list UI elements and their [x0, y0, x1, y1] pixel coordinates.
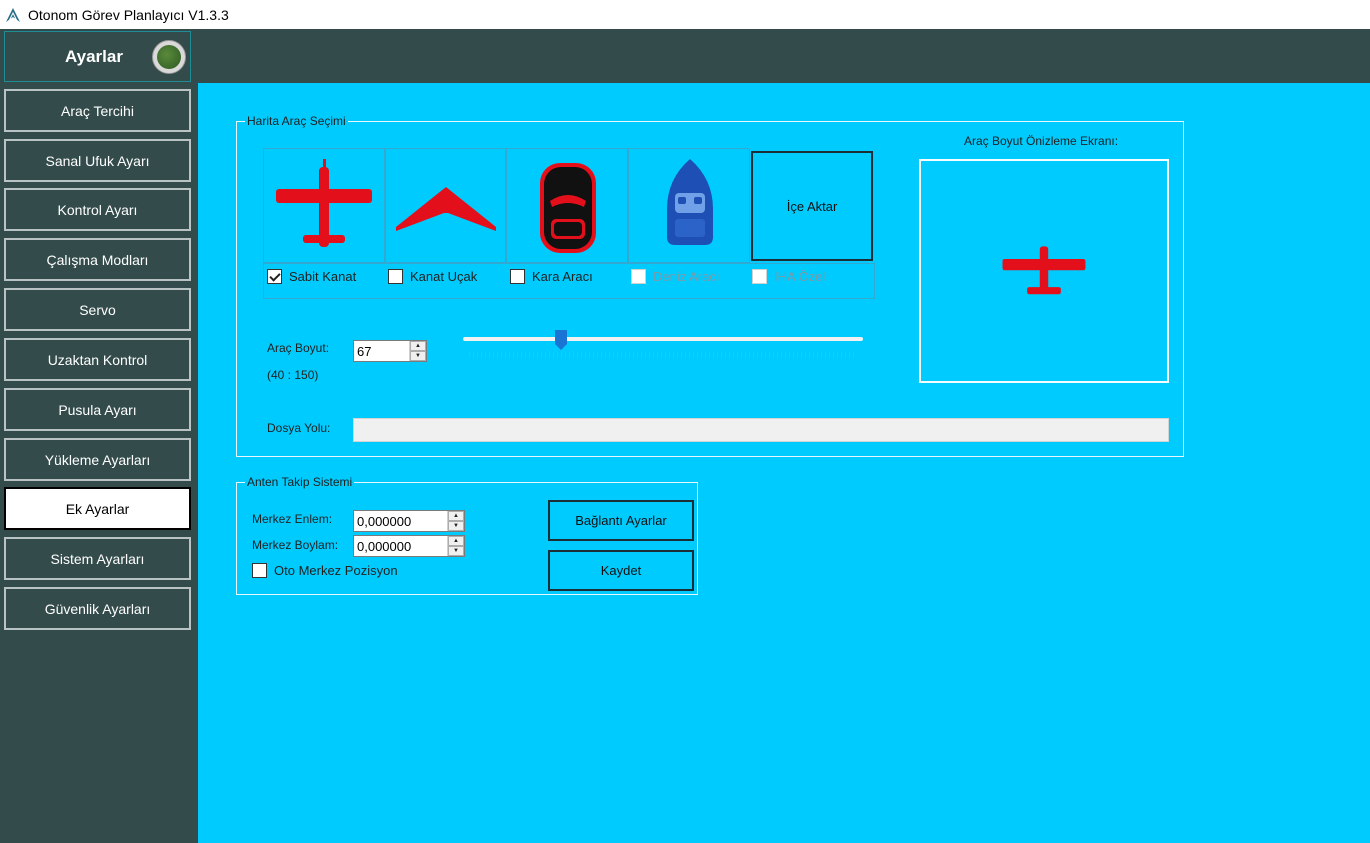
sidebar-item-uzaktan-kontrol[interactable]: Uzaktan Kontrol — [4, 338, 191, 381]
spinner-arrows[interactable]: ▲ ▼ — [447, 536, 464, 556]
sidebar-item-sanal-ufuk[interactable]: Sanal Ufuk Ayarı — [4, 139, 191, 182]
checkbox-iha-ozel: İHA Özel — [752, 269, 825, 284]
checkbox-kara-araci[interactable]: Kara Aracı — [510, 269, 593, 284]
checkbox-checked-icon[interactable] — [267, 269, 282, 284]
center-lon-label: Merkez Boylam: — [252, 538, 339, 552]
file-path-label: Dosya Yolu: — [267, 421, 331, 435]
preview-title: Araç Boyut Önizleme Ekranı: — [964, 134, 1119, 148]
vehicle-size-spinner[interactable]: 67 ▲ ▼ — [353, 340, 427, 362]
vehicle-tile-flying-wing[interactable] — [385, 148, 506, 263]
slider-ticks — [469, 352, 857, 358]
spin-down-icon[interactable]: ▼ — [448, 546, 464, 556]
checkbox-label: İHA Özel — [774, 269, 826, 284]
spinner-arrows[interactable]: ▲ ▼ — [447, 511, 464, 531]
sidebar-item-sistem[interactable]: Sistem Ayarları — [4, 537, 191, 580]
sidebar-item-calisma-modlari[interactable]: Çalışma Modları — [4, 238, 191, 281]
map-vehicle-group-title: Harita Araç Seçimi — [245, 114, 348, 128]
spin-up-icon[interactable]: ▲ — [448, 511, 464, 521]
window-title: Otonom Görev Planlayıcı V1.3.3 — [28, 6, 229, 23]
sidebar-header-label: Ayarlar — [65, 47, 123, 66]
checkbox-deniz-araci: Deniz Aracı — [631, 269, 719, 284]
main-panel: Harita Araç Seçimi İçe Aktar Sabit Kanat… — [198, 83, 1370, 843]
car-icon — [540, 163, 596, 253]
sidebar-header: Ayarlar — [4, 31, 191, 82]
import-button[interactable]: İçe Aktar — [751, 151, 873, 261]
sidebar-item-servo[interactable]: Servo — [4, 288, 191, 331]
vehicle-size-label: Araç Boyut: — [267, 341, 330, 355]
vehicle-size-slider-track[interactable] — [463, 337, 863, 341]
sidebar-item-ek-ayarlar[interactable]: Ek Ayarlar — [4, 487, 191, 530]
title-bar: Otonom Görev Planlayıcı V1.3.3 — [0, 0, 1370, 29]
checkbox-sabit-kanat[interactable]: Sabit Kanat — [267, 269, 356, 284]
app-logo-icon — [6, 7, 20, 22]
top-bar — [0, 29, 1370, 83]
preview-plane-icon — [1002, 246, 1086, 295]
sidebar-item-arac-tercihi[interactable]: Araç Tercihi — [4, 89, 191, 132]
checkbox-label: Sabit Kanat — [289, 269, 357, 284]
center-lat-spinner[interactable]: 0,000000 ▲ ▼ — [353, 510, 465, 532]
checkbox-kanat-ucak[interactable]: Kanat Uçak — [388, 269, 477, 284]
checkbox-label: Oto Merkez Pozisyon — [274, 563, 398, 578]
antenna-group-title: Anten Takip Sistemi — [245, 475, 355, 489]
checkbox-box[interactable] — [510, 269, 525, 284]
spin-down-icon[interactable]: ▼ — [448, 521, 464, 531]
antenna-tracking-group: Anten Takip Sistemi Merkez Enlem: 0,0000… — [236, 475, 698, 595]
spinner-arrows[interactable]: ▲ ▼ — [409, 341, 426, 361]
vehicle-tile-fixed-wing[interactable] — [263, 148, 385, 263]
vehicle-preview-panel — [919, 159, 1169, 383]
sidebar-item-kontrol[interactable]: Kontrol Ayarı — [4, 188, 191, 231]
file-path-field[interactable] — [353, 418, 1169, 442]
center-lon-spinner[interactable]: 0,000000 ▲ ▼ — [353, 535, 465, 557]
checkbox-label: Kara Aracı — [532, 269, 593, 284]
vehicle-size-value[interactable]: 67 — [354, 341, 409, 361]
save-button[interactable]: Kaydet — [548, 550, 694, 591]
sidebar-item-guvenlik[interactable]: Güvenlik Ayarları — [4, 587, 191, 630]
flying-wing-icon — [396, 187, 496, 231]
checkbox-auto-center[interactable]: Oto Merkez Pozisyon — [252, 563, 398, 578]
connection-settings-button[interactable]: Bağlantı Ayarlar — [548, 500, 694, 541]
vehicle-tile-boat[interactable] — [628, 148, 750, 263]
checkbox-label: Kanat Uçak — [410, 269, 478, 284]
checkbox-box — [631, 269, 646, 284]
sidebar-item-pusula[interactable]: Pusula Ayarı — [4, 388, 191, 431]
center-lat-value[interactable]: 0,000000 — [354, 511, 447, 531]
globe-icon — [152, 40, 186, 74]
fixed-wing-plane-icon — [276, 159, 372, 247]
checkbox-box[interactable] — [252, 563, 267, 578]
spin-up-icon[interactable]: ▲ — [448, 536, 464, 546]
slider-thumb[interactable] — [555, 330, 568, 350]
sidebar-item-yukleme[interactable]: Yükleme Ayarları — [4, 438, 191, 481]
vehicle-size-range: (40 : 150) — [267, 368, 319, 382]
spin-down-icon[interactable]: ▼ — [410, 351, 426, 361]
checkbox-label: Deniz Aracı — [653, 269, 720, 284]
boat-icon — [667, 159, 713, 245]
map-vehicle-group: Harita Araç Seçimi İçe Aktar Sabit Kanat… — [236, 114, 1184, 457]
spin-up-icon[interactable]: ▲ — [410, 341, 426, 351]
checkbox-box[interactable] — [388, 269, 403, 284]
checkbox-box — [752, 269, 767, 284]
vehicle-tile-car[interactable] — [506, 148, 628, 263]
center-lat-label: Merkez Enlem: — [252, 512, 333, 526]
center-lon-value[interactable]: 0,000000 — [354, 536, 447, 556]
